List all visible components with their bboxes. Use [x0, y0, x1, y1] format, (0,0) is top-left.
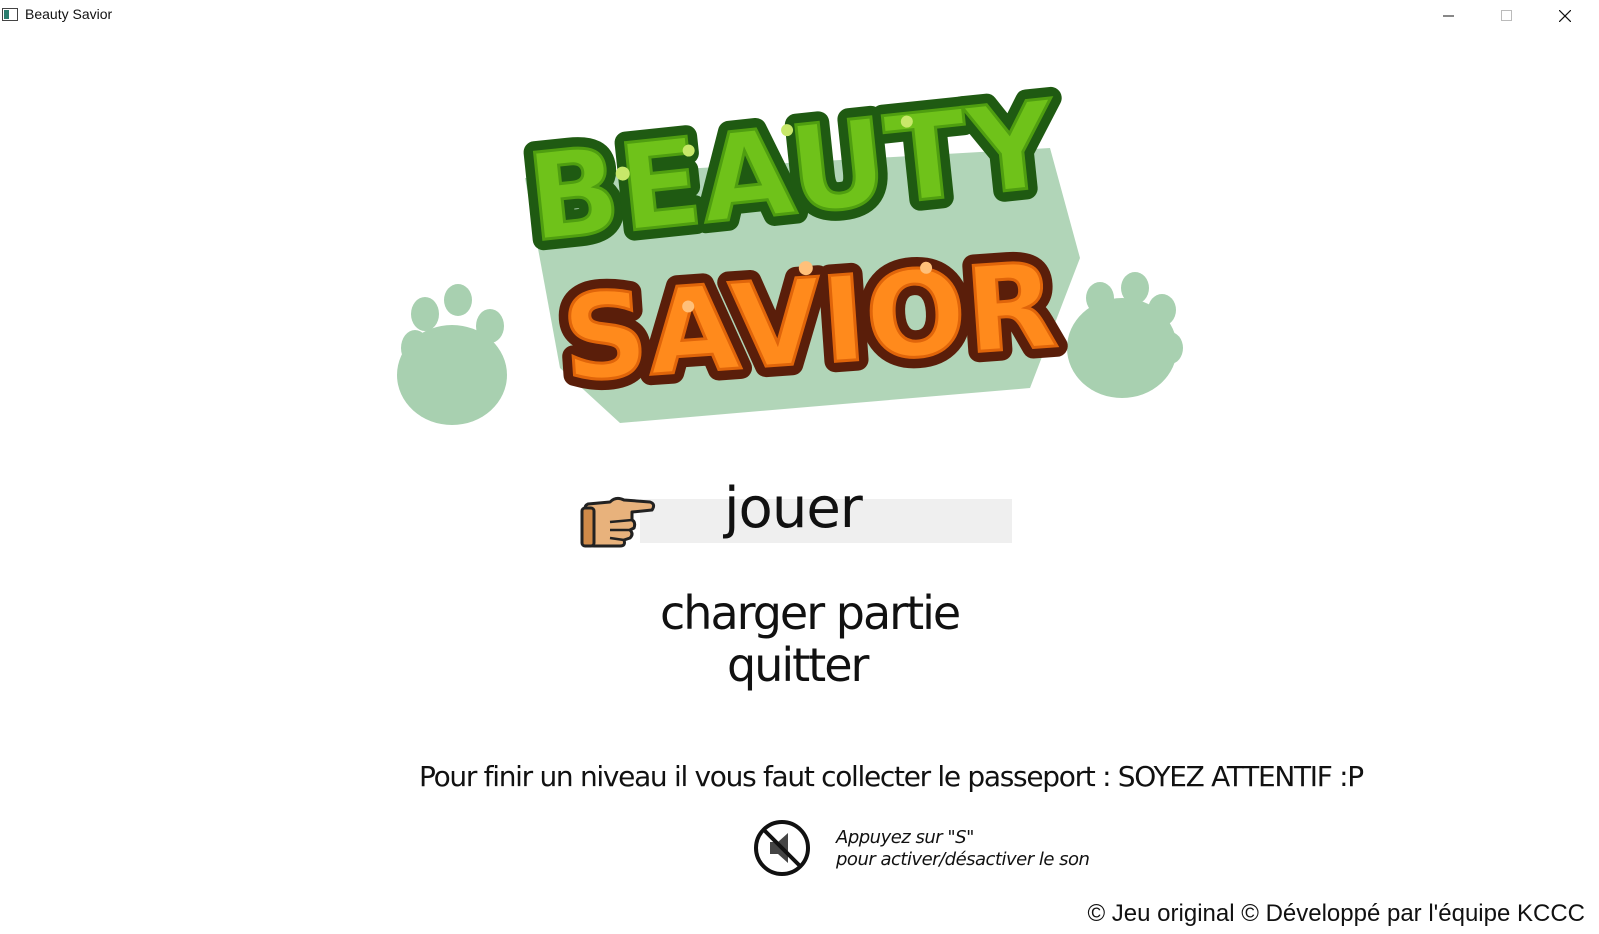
- sound-hint-line-1: Appuyez sur "S": [836, 827, 974, 848]
- pointing-hand-icon: [580, 496, 656, 548]
- minimize-icon: [1443, 15, 1454, 17]
- sound-toggle-hint: Appuyez sur "S" pour activer/désactiver …: [836, 827, 1090, 871]
- minimize-button[interactable]: [1426, 0, 1472, 31]
- title-bar: Beauty Savior: [0, 0, 1599, 31]
- maximize-icon: [1501, 10, 1512, 21]
- window-title: Beauty Savior: [25, 6, 113, 22]
- footer-credits: © Jeu original © Développé par l'équipe …: [1087, 900, 1585, 927]
- game-logo: BEAUTY BEAUTY SAVIOR SAVIOR: [397, 78, 1183, 425]
- paw-print-right-icon: [1067, 272, 1183, 398]
- close-icon: [1559, 10, 1571, 22]
- hint-text: Pour finir un niveau il vous faut collec…: [419, 760, 1364, 793]
- menu-item-play[interactable]: jouer: [724, 476, 863, 541]
- maximize-button[interactable]: [1484, 0, 1530, 31]
- sound-hint-line-2: pour activer/désactiver le son: [836, 849, 1090, 870]
- close-button[interactable]: [1542, 0, 1588, 31]
- paw-print-left-icon: [397, 284, 507, 425]
- menu-item-quit[interactable]: quitter: [727, 638, 869, 692]
- sound-muted-icon: [754, 820, 810, 876]
- menu-item-load-game[interactable]: charger partie: [660, 586, 961, 640]
- app-icon: [2, 8, 18, 21]
